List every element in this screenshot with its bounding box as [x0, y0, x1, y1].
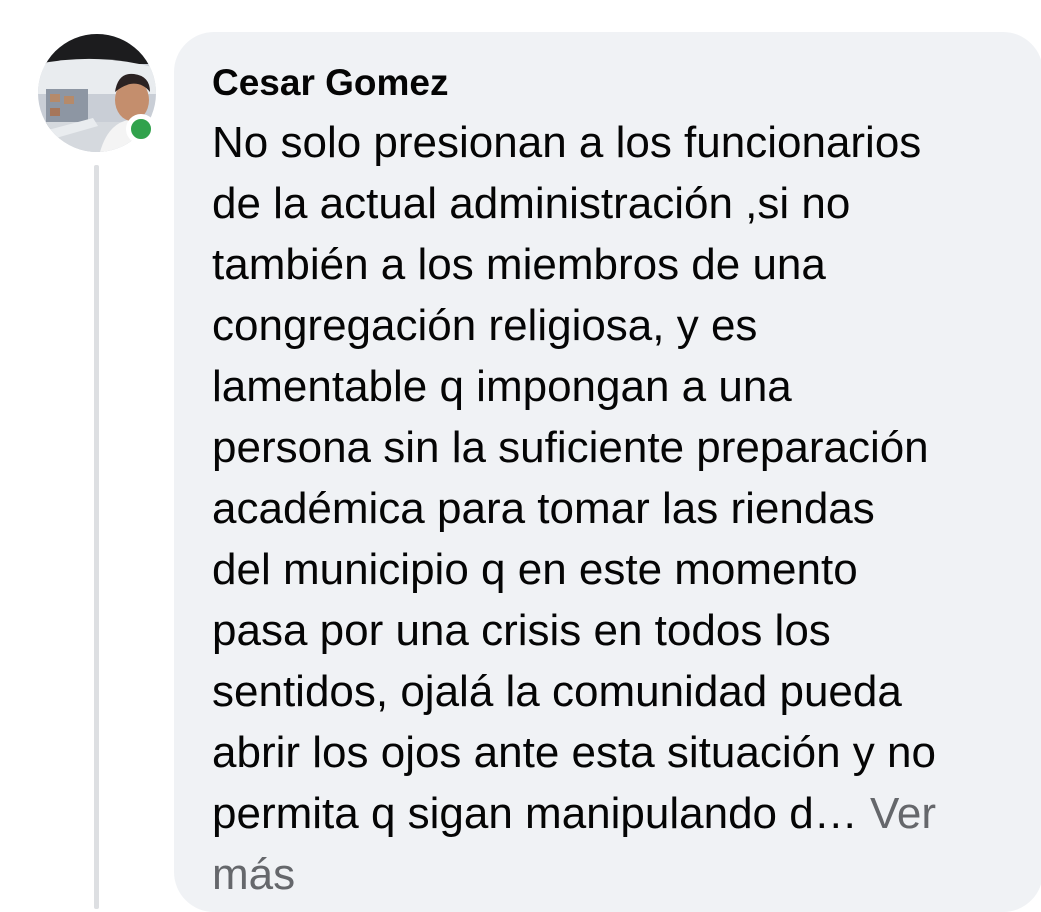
comment-author[interactable]: Cesar Gomez — [212, 60, 1013, 106]
author-avatar[interactable] — [38, 34, 156, 152]
comment-bubble: Cesar Gomez No solo presionan a los func… — [174, 32, 1041, 912]
comment-truncated-text: permita q sigan manipulando d… — [212, 789, 858, 838]
comment-line: congregación religiosa, y es — [212, 301, 758, 350]
comment-line: abrir los ojos ante esta situación y no — [212, 728, 936, 777]
online-status-icon — [126, 114, 156, 144]
comment-line: del municipio q en este momento — [212, 545, 858, 594]
comment-line: No solo presionan a los funcionarios — [212, 118, 922, 167]
comment-line: pasa por una crisis en todos los — [212, 606, 831, 655]
see-more-link-continued[interactable]: más — [212, 844, 1013, 905]
thread-line — [94, 165, 99, 909]
comment-line: académica para tomar las riendas — [212, 484, 875, 533]
comment-line: lamentable q impongan a una — [212, 362, 792, 411]
comment-line: sentidos, ojalá la comunidad pueda — [212, 667, 902, 716]
comment-text: No solo presionan a los funcionarios de … — [212, 112, 1013, 905]
comment-line-last: permita q sigan manipulando d… Ver — [212, 783, 1013, 844]
see-more-link[interactable]: Ver — [870, 789, 936, 838]
comment-line: también a los miembros de una — [212, 240, 826, 289]
comment-line: persona sin la suficiente preparación — [212, 423, 929, 472]
comment-line: de la actual administración ,si no — [212, 179, 851, 228]
